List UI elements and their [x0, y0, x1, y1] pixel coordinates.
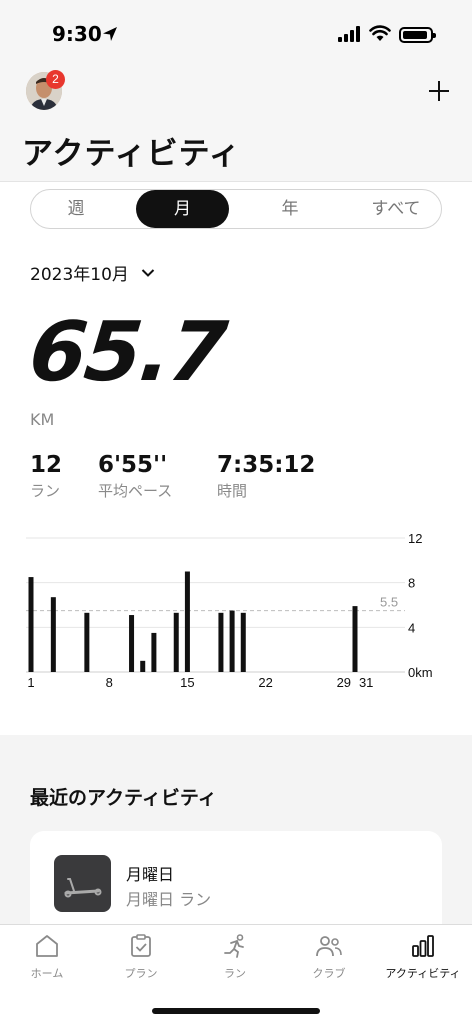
plan-icon: [131, 934, 151, 957]
stat-time-label: 時間: [217, 482, 248, 500]
stat-runs: 12 ラン: [30, 452, 62, 501]
battery-icon: [399, 27, 436, 43]
tab-home-label: ホーム: [30, 967, 64, 980]
chevron-down-icon: [141, 268, 155, 277]
stat-time-value: 7:35:12: [217, 452, 316, 478]
chart-bar: [84, 612, 90, 672]
tab-home[interactable]: ホーム: [0, 933, 94, 981]
tab-club-label: クラブ: [312, 967, 346, 980]
monthly-distance-chart: 12 8 4 0km 5.5 1 8 15 22 29 31: [26, 531, 433, 690]
chart-y-tick-label: 12: [408, 531, 422, 546]
treadmill-icon: [54, 855, 111, 912]
chart-x-tick-label: 22: [258, 675, 272, 690]
chart-x-tick-label: 15: [180, 675, 194, 690]
page-title: アクティビティ: [22, 136, 241, 172]
tab-plan-label: プラン: [124, 967, 158, 980]
header: 2 アクティビティ: [0, 64, 472, 182]
month-selector[interactable]: 2023年10月: [30, 260, 155, 285]
activity-day: 月曜日: [126, 865, 175, 884]
status-bar: 9:30: [0, 0, 472, 64]
home-icon: [36, 935, 58, 957]
tab-all[interactable]: すべて: [349, 190, 443, 228]
distance-unit: KM: [30, 410, 55, 429]
chart-bar: [229, 610, 235, 672]
activity-subtitle: 月曜日 ラン: [126, 890, 212, 909]
wifi-icon: [369, 25, 391, 41]
chart-bar: [28, 577, 34, 672]
chart-bar: [240, 612, 246, 672]
chart-bar: [140, 660, 146, 672]
chart-x-tick-label: 8: [106, 675, 113, 690]
club-icon: [316, 936, 342, 957]
add-icon[interactable]: [424, 76, 454, 106]
chart-bar: [129, 615, 135, 672]
stat-pace-label: 平均ペース: [98, 482, 173, 500]
stat-time: 7:35:12 時間: [217, 452, 315, 501]
tab-run[interactable]: ラン: [188, 933, 282, 981]
tab-month[interactable]: 月: [136, 190, 229, 228]
notification-badge: 2: [46, 70, 65, 89]
cellular-signal-icon: [338, 26, 360, 42]
chart-bar: [151, 632, 157, 672]
tab-plan[interactable]: プラン: [94, 933, 188, 981]
run-icon: [224, 934, 244, 958]
month-label: 2023年10月: [30, 265, 129, 285]
chart-y-tick-label: 8: [408, 576, 415, 591]
chart-bar: [352, 606, 358, 672]
total-distance: 65.7: [25, 305, 230, 400]
stat-pace-value: 6'55'': [98, 452, 168, 478]
chart-bar: [50, 597, 56, 672]
tab-year[interactable]: 年: [245, 190, 335, 228]
recent-activities-title: 最近のアクティビティ: [30, 787, 217, 809]
tab-activity[interactable]: アクティビティ: [376, 933, 470, 981]
period-segmented-control: 週 月 年 すべて: [30, 189, 442, 229]
tab-club[interactable]: クラブ: [282, 933, 376, 981]
chart-average-label: 5.5: [380, 595, 398, 610]
chart-bar: [218, 612, 224, 672]
stat-runs-value: 12: [30, 452, 63, 478]
chart-x-tick-label: 29: [337, 675, 351, 690]
chart-x-tick-label: 1: [27, 675, 34, 690]
status-time: 9:30: [52, 22, 102, 46]
recent-activities-section: 最近のアクティビティ 月曜日 月曜日 ラン: [0, 735, 472, 951]
stat-runs-label: ラン: [30, 482, 61, 500]
chart-x-tick-label: 31: [359, 675, 373, 690]
chart-bar: [184, 571, 190, 672]
tab-run-label: ラン: [224, 967, 246, 980]
home-indicator: [152, 1008, 320, 1014]
stat-pace: 6'55'' 平均ペース: [98, 452, 172, 501]
chart-y-tick-label: 4: [408, 620, 415, 635]
activity-icon: [412, 935, 434, 957]
tab-activity-label: アクティビティ: [385, 967, 461, 980]
avatar[interactable]: 2: [26, 70, 65, 110]
chart-bar: [173, 612, 179, 672]
tab-week[interactable]: 週: [31, 190, 121, 228]
chart-y-tick-label: 0km: [408, 665, 433, 680]
location-arrow-icon: [103, 27, 117, 41]
